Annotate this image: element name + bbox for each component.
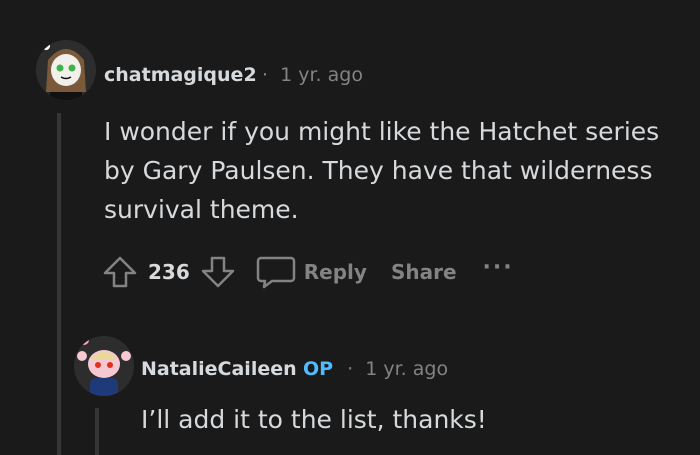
arrow-down-icon (200, 254, 236, 290)
downvote-button[interactable] (200, 254, 236, 290)
ellipsis-icon: ··· (482, 254, 514, 280)
comment-meta: OP · 1 yr. ago (303, 358, 448, 380)
thread-line[interactable] (57, 113, 61, 455)
share-label: Share (390, 260, 457, 284)
op-badge: OP (303, 358, 334, 380)
speech-bubble-icon (256, 254, 296, 290)
reply-label: Reply (303, 260, 367, 284)
comment-body: I’ll add it to the list, thanks! (141, 405, 487, 434)
snoo-avatar-icon (36, 40, 96, 100)
avatar-chatmagique2[interactable] (36, 40, 96, 100)
thread-line[interactable] (95, 408, 99, 455)
meta-separator: · (347, 358, 354, 380)
comment-body: I wonder if you might like the Hatchet s… (104, 117, 660, 224)
comment-meta: · 1 yr. ago (262, 64, 363, 86)
comment-time[interactable]: 1 yr. ago (280, 64, 363, 86)
meta-separator: · (262, 64, 269, 86)
arrow-up-icon (102, 254, 138, 290)
comment-author[interactable]: chatmagique2 (104, 64, 257, 86)
avatar-nataliecaileen[interactable] (74, 336, 134, 396)
reply-button[interactable]: Reply (256, 254, 367, 290)
snoo-avatar-icon (74, 336, 134, 396)
upvote-button[interactable] (102, 254, 138, 290)
comment-actions: 236 Reply Share ··· (102, 252, 514, 292)
share-button[interactable]: Share (391, 260, 457, 284)
comment-time[interactable]: 1 yr. ago (365, 358, 448, 380)
vote-count: 236 (148, 260, 190, 284)
comment-author[interactable]: NatalieCaileen (141, 358, 297, 380)
more-options-button[interactable]: ··· (483, 255, 514, 285)
